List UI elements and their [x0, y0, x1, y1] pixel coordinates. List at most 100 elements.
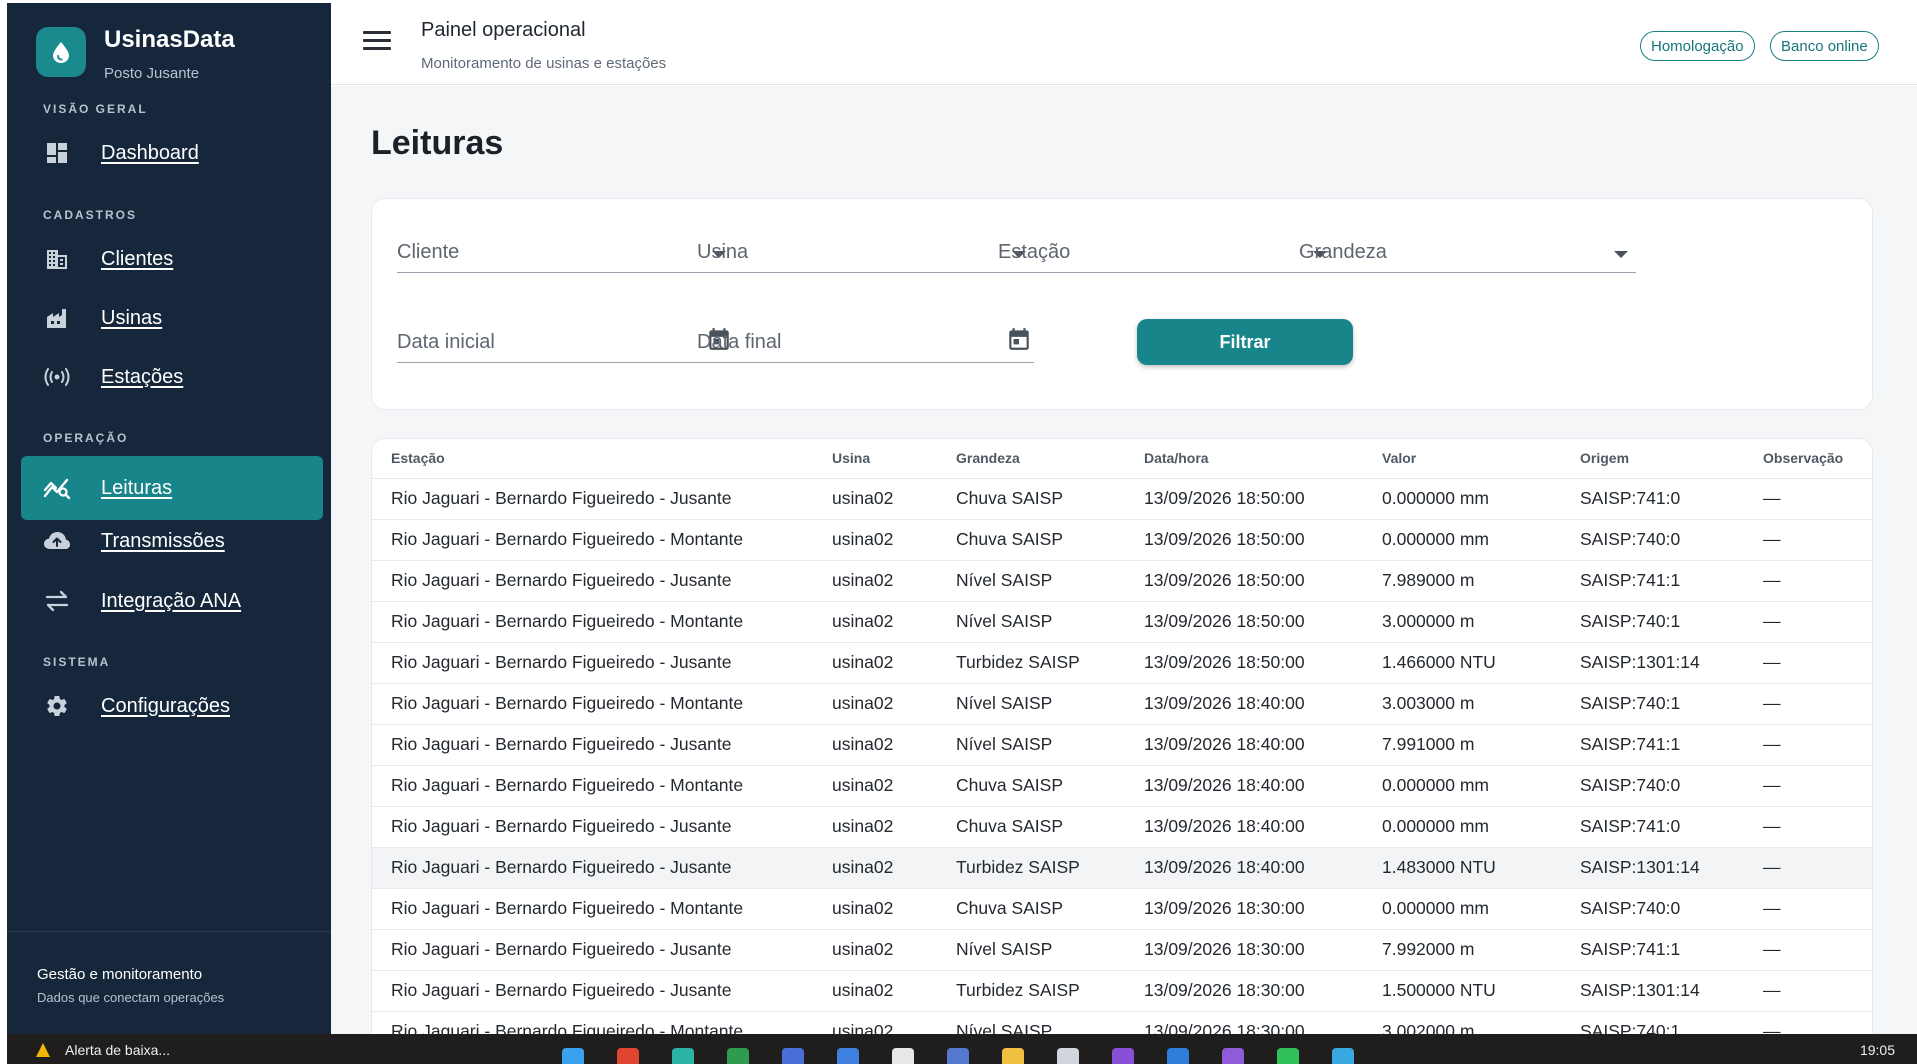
cell-data-hora: 13/09/2026 18:30:00	[1125, 970, 1363, 1012]
filtrar-button[interactable]: Filtrar	[1137, 319, 1353, 365]
cell-grandeza: Turbidez SAISP	[937, 847, 1125, 889]
table-row[interactable]: Rio Jaguari - Bernardo Figueiredo - Mont…	[372, 765, 1872, 807]
cell-observacao: —	[1744, 929, 1872, 971]
sidebar-footer-title: Gestão e monitoramento	[37, 966, 203, 983]
header-title: Painel operacional	[421, 19, 586, 41]
table-row[interactable]: Rio Jaguari - Bernardo Figueiredo - Jusa…	[372, 929, 1872, 971]
app-icon[interactable]	[1057, 1048, 1079, 1064]
section-label-operacao: OPERAÇÃO	[43, 431, 129, 445]
edge-icon[interactable]	[672, 1048, 694, 1064]
cell-usina: usina02	[813, 765, 937, 807]
cell-usina: usina02	[813, 1011, 937, 1034]
sidebar-item-label: Transmissões	[101, 529, 225, 552]
globe-icon[interactable]	[1332, 1048, 1354, 1064]
sidebar-item-integracao-ana[interactable]: Integração ANA	[21, 569, 323, 633]
table-row[interactable]: Rio Jaguari - Bernardo Figueiredo - Jusa…	[372, 642, 1872, 684]
cliente-select[interactable]: Cliente	[397, 229, 734, 273]
cell-grandeza: Chuva SAISP	[937, 806, 1125, 848]
cell-origem: SAISP:1301:14	[1561, 642, 1744, 684]
sidebar-item-configuracoes[interactable]: Configurações	[21, 674, 323, 738]
hamburger-menu-icon[interactable]	[363, 31, 391, 55]
table-row[interactable]: Rio Jaguari - Bernardo Figueiredo - Jusa…	[372, 478, 1872, 520]
cell-valor: 0.000000 mm	[1363, 806, 1561, 848]
calendar-icon[interactable]	[1006, 325, 1032, 353]
grandeza-select[interactable]: Grandeza	[1299, 229, 1636, 273]
table-row[interactable]: Rio Jaguari - Bernardo Figueiredo - Jusa…	[372, 806, 1872, 848]
taskbar-clock[interactable]: 19:05	[1860, 1042, 1895, 1058]
column-header-observacao[interactable]: Observação	[1744, 439, 1872, 479]
water-drop-logo-icon	[36, 27, 86, 77]
cell-observacao: —	[1744, 847, 1872, 889]
column-header-origem[interactable]: Origem	[1561, 439, 1744, 479]
table-row[interactable]: Rio Jaguari - Bernardo Figueiredo - Mont…	[372, 519, 1872, 561]
folder-icon[interactable]	[1002, 1048, 1024, 1064]
notification-icon[interactable]	[1222, 1048, 1244, 1064]
cell-grandeza: Nível SAISP	[937, 929, 1125, 971]
cell-grandeza: Nível SAISP	[937, 683, 1125, 725]
visual-studio-icon[interactable]	[1112, 1048, 1134, 1064]
data-inicial-field[interactable]: Data inicial	[397, 319, 734, 363]
cell-estacao: Rio Jaguari - Bernardo Figueiredo - Mont…	[372, 601, 813, 643]
cell-estacao: Rio Jaguari - Bernardo Figueiredo - Jusa…	[372, 724, 813, 766]
cell-data-hora: 13/09/2026 18:40:00	[1125, 847, 1363, 889]
cell-grandeza: Chuva SAISP	[937, 519, 1125, 561]
notes-icon[interactable]	[782, 1048, 804, 1064]
brand-name: UsinasData	[104, 26, 235, 53]
estacao-select[interactable]: Estação	[998, 229, 1335, 273]
brand-subtitle: Posto Jusante	[104, 65, 200, 82]
column-header-estacao[interactable]: Estação	[372, 439, 813, 479]
cell-observacao: —	[1744, 560, 1872, 602]
chrome-icon[interactable]	[617, 1048, 639, 1064]
cell-valor: 0.000000 mm	[1363, 478, 1561, 520]
cell-valor: 3.000000 m	[1363, 601, 1561, 643]
leituras-table: Estação Usina Grandeza Data/hora Valor O…	[372, 439, 1872, 1034]
sidebar-item-label: Leituras	[101, 476, 173, 499]
environment-badge[interactable]: Homologação	[1640, 31, 1755, 61]
table-row[interactable]: Rio Jaguari - Bernardo Figueiredo - Mont…	[372, 1011, 1872, 1034]
cell-estacao: Rio Jaguari - Bernardo Figueiredo - Jusa…	[372, 847, 813, 889]
taskbar-alert[interactable]: Alerta de baixa...	[35, 1042, 170, 1058]
sidebar-item-label: Configurações	[101, 694, 230, 717]
database-status-badge[interactable]: Banco online	[1770, 31, 1879, 61]
app-icon[interactable]	[837, 1048, 859, 1064]
table-row[interactable]: Rio Jaguari - Bernardo Figueiredo - Mont…	[372, 683, 1872, 725]
sidebar-item-clientes[interactable]: Clientes	[21, 227, 323, 291]
column-header-valor[interactable]: Valor	[1363, 439, 1561, 479]
cell-valor: 1.483000 NTU	[1363, 847, 1561, 889]
cell-observacao: —	[1744, 806, 1872, 848]
cell-observacao: —	[1744, 1011, 1872, 1034]
data-final-field[interactable]: Data final	[697, 319, 1034, 363]
table-row[interactable]: Rio Jaguari - Bernardo Figueiredo - Jusa…	[372, 970, 1872, 1012]
terminal-icon[interactable]	[947, 1048, 969, 1064]
cell-grandeza: Chuva SAISP	[937, 888, 1125, 930]
windows-start-icon[interactable]	[562, 1048, 584, 1064]
table-row[interactable]: Rio Jaguari - Bernardo Figueiredo - Mont…	[372, 601, 1872, 643]
table-row[interactable]: Rio Jaguari - Bernardo Figueiredo - Jusa…	[372, 724, 1872, 766]
brand[interactable]: UsinasData Posto Jusante	[36, 25, 235, 85]
cell-origem: SAISP:741:0	[1561, 806, 1744, 848]
sidebar-item-transmissoes[interactable]: Transmissões	[21, 509, 323, 573]
usina-select[interactable]: Usina	[697, 229, 1034, 273]
sidebar-item-usinas[interactable]: Usinas	[21, 286, 323, 350]
sidebar-item-estacoes[interactable]: Estações	[21, 345, 323, 409]
column-header-data-hora[interactable]: Data/hora	[1125, 439, 1363, 479]
cell-origem: SAISP:740:0	[1561, 765, 1744, 807]
table-row[interactable]: Rio Jaguari - Bernardo Figueiredo - Jusa…	[372, 847, 1872, 889]
spotify-icon[interactable]	[1277, 1048, 1299, 1064]
column-header-grandeza[interactable]: Grandeza	[937, 439, 1125, 479]
table-row[interactable]: Rio Jaguari - Bernardo Figueiredo - Mont…	[372, 888, 1872, 930]
sidebar-item-dashboard[interactable]: Dashboard	[21, 121, 323, 185]
swap-icon	[43, 587, 71, 615]
column-header-usina[interactable]: Usina	[813, 439, 937, 479]
factory-icon	[43, 304, 71, 332]
cell-grandeza: Nível SAISP	[937, 1011, 1125, 1034]
cell-grandeza: Nível SAISP	[937, 560, 1125, 602]
cell-origem: SAISP:740:1	[1561, 601, 1744, 643]
table-row[interactable]: Rio Jaguari - Bernardo Figueiredo - Jusa…	[372, 560, 1872, 602]
cell-estacao: Rio Jaguari - Bernardo Figueiredo - Jusa…	[372, 929, 813, 971]
excel-icon[interactable]	[727, 1048, 749, 1064]
estacao-select-label: Estação	[998, 241, 1071, 263]
cell-origem: SAISP:740:1	[1561, 1011, 1744, 1034]
whatsapp-icon[interactable]	[892, 1048, 914, 1064]
vscode-icon[interactable]	[1167, 1048, 1189, 1064]
